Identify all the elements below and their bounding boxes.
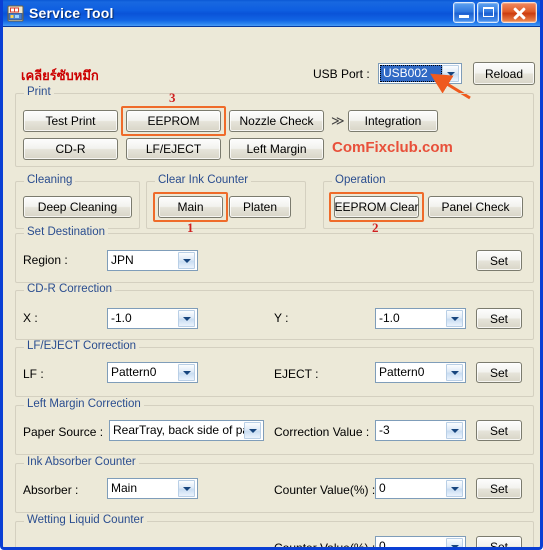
- platen-button[interactable]: Platen: [229, 196, 291, 218]
- window-controls: [453, 2, 537, 23]
- eject-value: Pattern0: [379, 365, 425, 379]
- test-print-button[interactable]: Test Print: [23, 110, 118, 132]
- wetting-counter-label: Counter Value(%) :: [274, 541, 376, 550]
- group-set-destination-legend: Set Destination: [24, 226, 108, 238]
- usb-port-value: USB002: [380, 65, 442, 82]
- paper-source-value: RearTray, back side of pap: [113, 423, 244, 437]
- chevron-down-icon[interactable]: [178, 480, 195, 497]
- panel-check-button[interactable]: Panel Check: [428, 196, 523, 218]
- paper-source-select[interactable]: RearTray, back side of pap: [109, 420, 264, 441]
- client-area: เคลียร์ซับหมึก USB Port : USB002 Reload …: [3, 27, 540, 547]
- chevron-down-icon[interactable]: [178, 310, 195, 327]
- cdr-correction-set-button[interactable]: Set: [476, 308, 522, 329]
- chevron-down-icon[interactable]: [446, 364, 463, 381]
- chevron-down-icon[interactable]: [446, 422, 463, 439]
- correction-value-label: Correction Value :: [274, 425, 370, 439]
- paper-source-label: Paper Source :: [23, 425, 104, 439]
- region-value: JPN: [111, 253, 134, 267]
- annotation-number-3: 3: [169, 90, 176, 105]
- correction-value-select[interactable]: -3: [375, 420, 466, 441]
- ink-absorber-set-button[interactable]: Set: [476, 478, 522, 499]
- cdr-x-select[interactable]: -1.0: [107, 308, 198, 329]
- eeprom-button[interactable]: EEPROM: [126, 110, 221, 132]
- chevron-down-icon[interactable]: [178, 252, 195, 269]
- usb-port-select[interactable]: USB002: [378, 63, 462, 84]
- absorber-value: Main: [111, 481, 138, 495]
- deep-cleaning-button[interactable]: Deep Cleaning: [23, 196, 132, 218]
- region-label: Region :: [23, 253, 68, 267]
- absorber-counter-select[interactable]: 0: [375, 478, 466, 499]
- eject-label: EJECT :: [274, 367, 319, 381]
- maximize-icon[interactable]: [477, 2, 499, 23]
- correction-value: -3: [379, 423, 390, 437]
- group-lf-eject-correction-legend: LF/EJECT Correction: [24, 340, 140, 352]
- eject-select[interactable]: Pattern0: [375, 362, 466, 383]
- nozzle-check-button[interactable]: Nozzle Check: [229, 110, 324, 132]
- chevron-down-icon[interactable]: [446, 538, 463, 547]
- left-margin-button[interactable]: Left Margin: [229, 138, 324, 160]
- cdr-x-value: -1.0: [111, 311, 132, 325]
- group-left-margin-correction-legend: Left Margin Correction: [24, 398, 144, 410]
- usb-port-label: USB Port :: [313, 67, 370, 81]
- title-bar[interactable]: Service Tool: [3, 0, 540, 27]
- absorber-counter-label: Counter Value(%) :: [274, 483, 376, 497]
- chevron-down-icon[interactable]: [446, 480, 463, 497]
- close-icon[interactable]: [501, 2, 537, 23]
- group-set-destination: Set Destination: [15, 226, 534, 283]
- eeprom-clear-button[interactable]: EEPROM Clear: [334, 196, 419, 218]
- reload-button[interactable]: Reload: [473, 62, 535, 85]
- minimize-icon[interactable]: [453, 2, 475, 23]
- group-clear-ink-counter-legend: Clear Ink Counter: [155, 174, 252, 186]
- printer-app-icon: [7, 5, 24, 22]
- region-select[interactable]: JPN: [107, 250, 198, 271]
- chevron-down-icon[interactable]: [178, 364, 195, 381]
- absorber-counter-value: 0: [379, 481, 386, 495]
- watermark-text: ComFixclub.com: [332, 139, 453, 156]
- cdr-y-select[interactable]: -1.0: [375, 308, 466, 329]
- wetting-set-button[interactable]: Set: [476, 536, 522, 547]
- window-title: Service Tool: [29, 5, 114, 21]
- cdr-x-label: X :: [23, 311, 38, 325]
- integration-button[interactable]: Integration: [348, 110, 438, 132]
- chevron-down-icon[interactable]: [446, 310, 463, 327]
- group-operation-legend: Operation: [332, 174, 389, 186]
- cd-r-button[interactable]: CD-R: [23, 138, 118, 160]
- absorber-select[interactable]: Main: [107, 478, 198, 499]
- lf-eject-set-button[interactable]: Set: [476, 362, 522, 383]
- group-cleaning-legend: Cleaning: [24, 174, 76, 186]
- lf-eject-button[interactable]: LF/EJECT: [126, 138, 221, 160]
- service-tool-window: Service Tool เคลียร์ซับหมึก USB Port : U…: [0, 0, 543, 550]
- group-wetting-liquid-counter-legend: Wetting Liquid Counter: [24, 514, 147, 526]
- lf-select[interactable]: Pattern0: [107, 362, 198, 383]
- group-ink-absorber-counter-legend: Ink Absorber Counter: [24, 456, 139, 468]
- cdr-y-label: Y :: [274, 311, 289, 325]
- lf-value: Pattern0: [111, 365, 157, 379]
- wetting-counter-value: 0: [379, 539, 386, 550]
- set-destination-set-button[interactable]: Set: [476, 250, 522, 271]
- group-print-legend: Print: [24, 86, 54, 98]
- main-button[interactable]: Main: [158, 196, 223, 218]
- chevron-down-icon[interactable]: [244, 422, 261, 439]
- left-margin-set-button[interactable]: Set: [476, 420, 522, 441]
- cdr-y-value: -1.0: [379, 311, 400, 325]
- print-chevron-separator: ≫: [331, 113, 345, 128]
- wetting-counter-select[interactable]: 0: [375, 536, 466, 550]
- thai-note-label: เคลียร์ซับหมึก: [21, 69, 99, 84]
- lf-label: LF :: [23, 367, 44, 381]
- chevron-down-icon[interactable]: [442, 65, 459, 82]
- group-cdr-correction-legend: CD-R Correction: [24, 283, 115, 295]
- absorber-label: Absorber :: [23, 483, 79, 497]
